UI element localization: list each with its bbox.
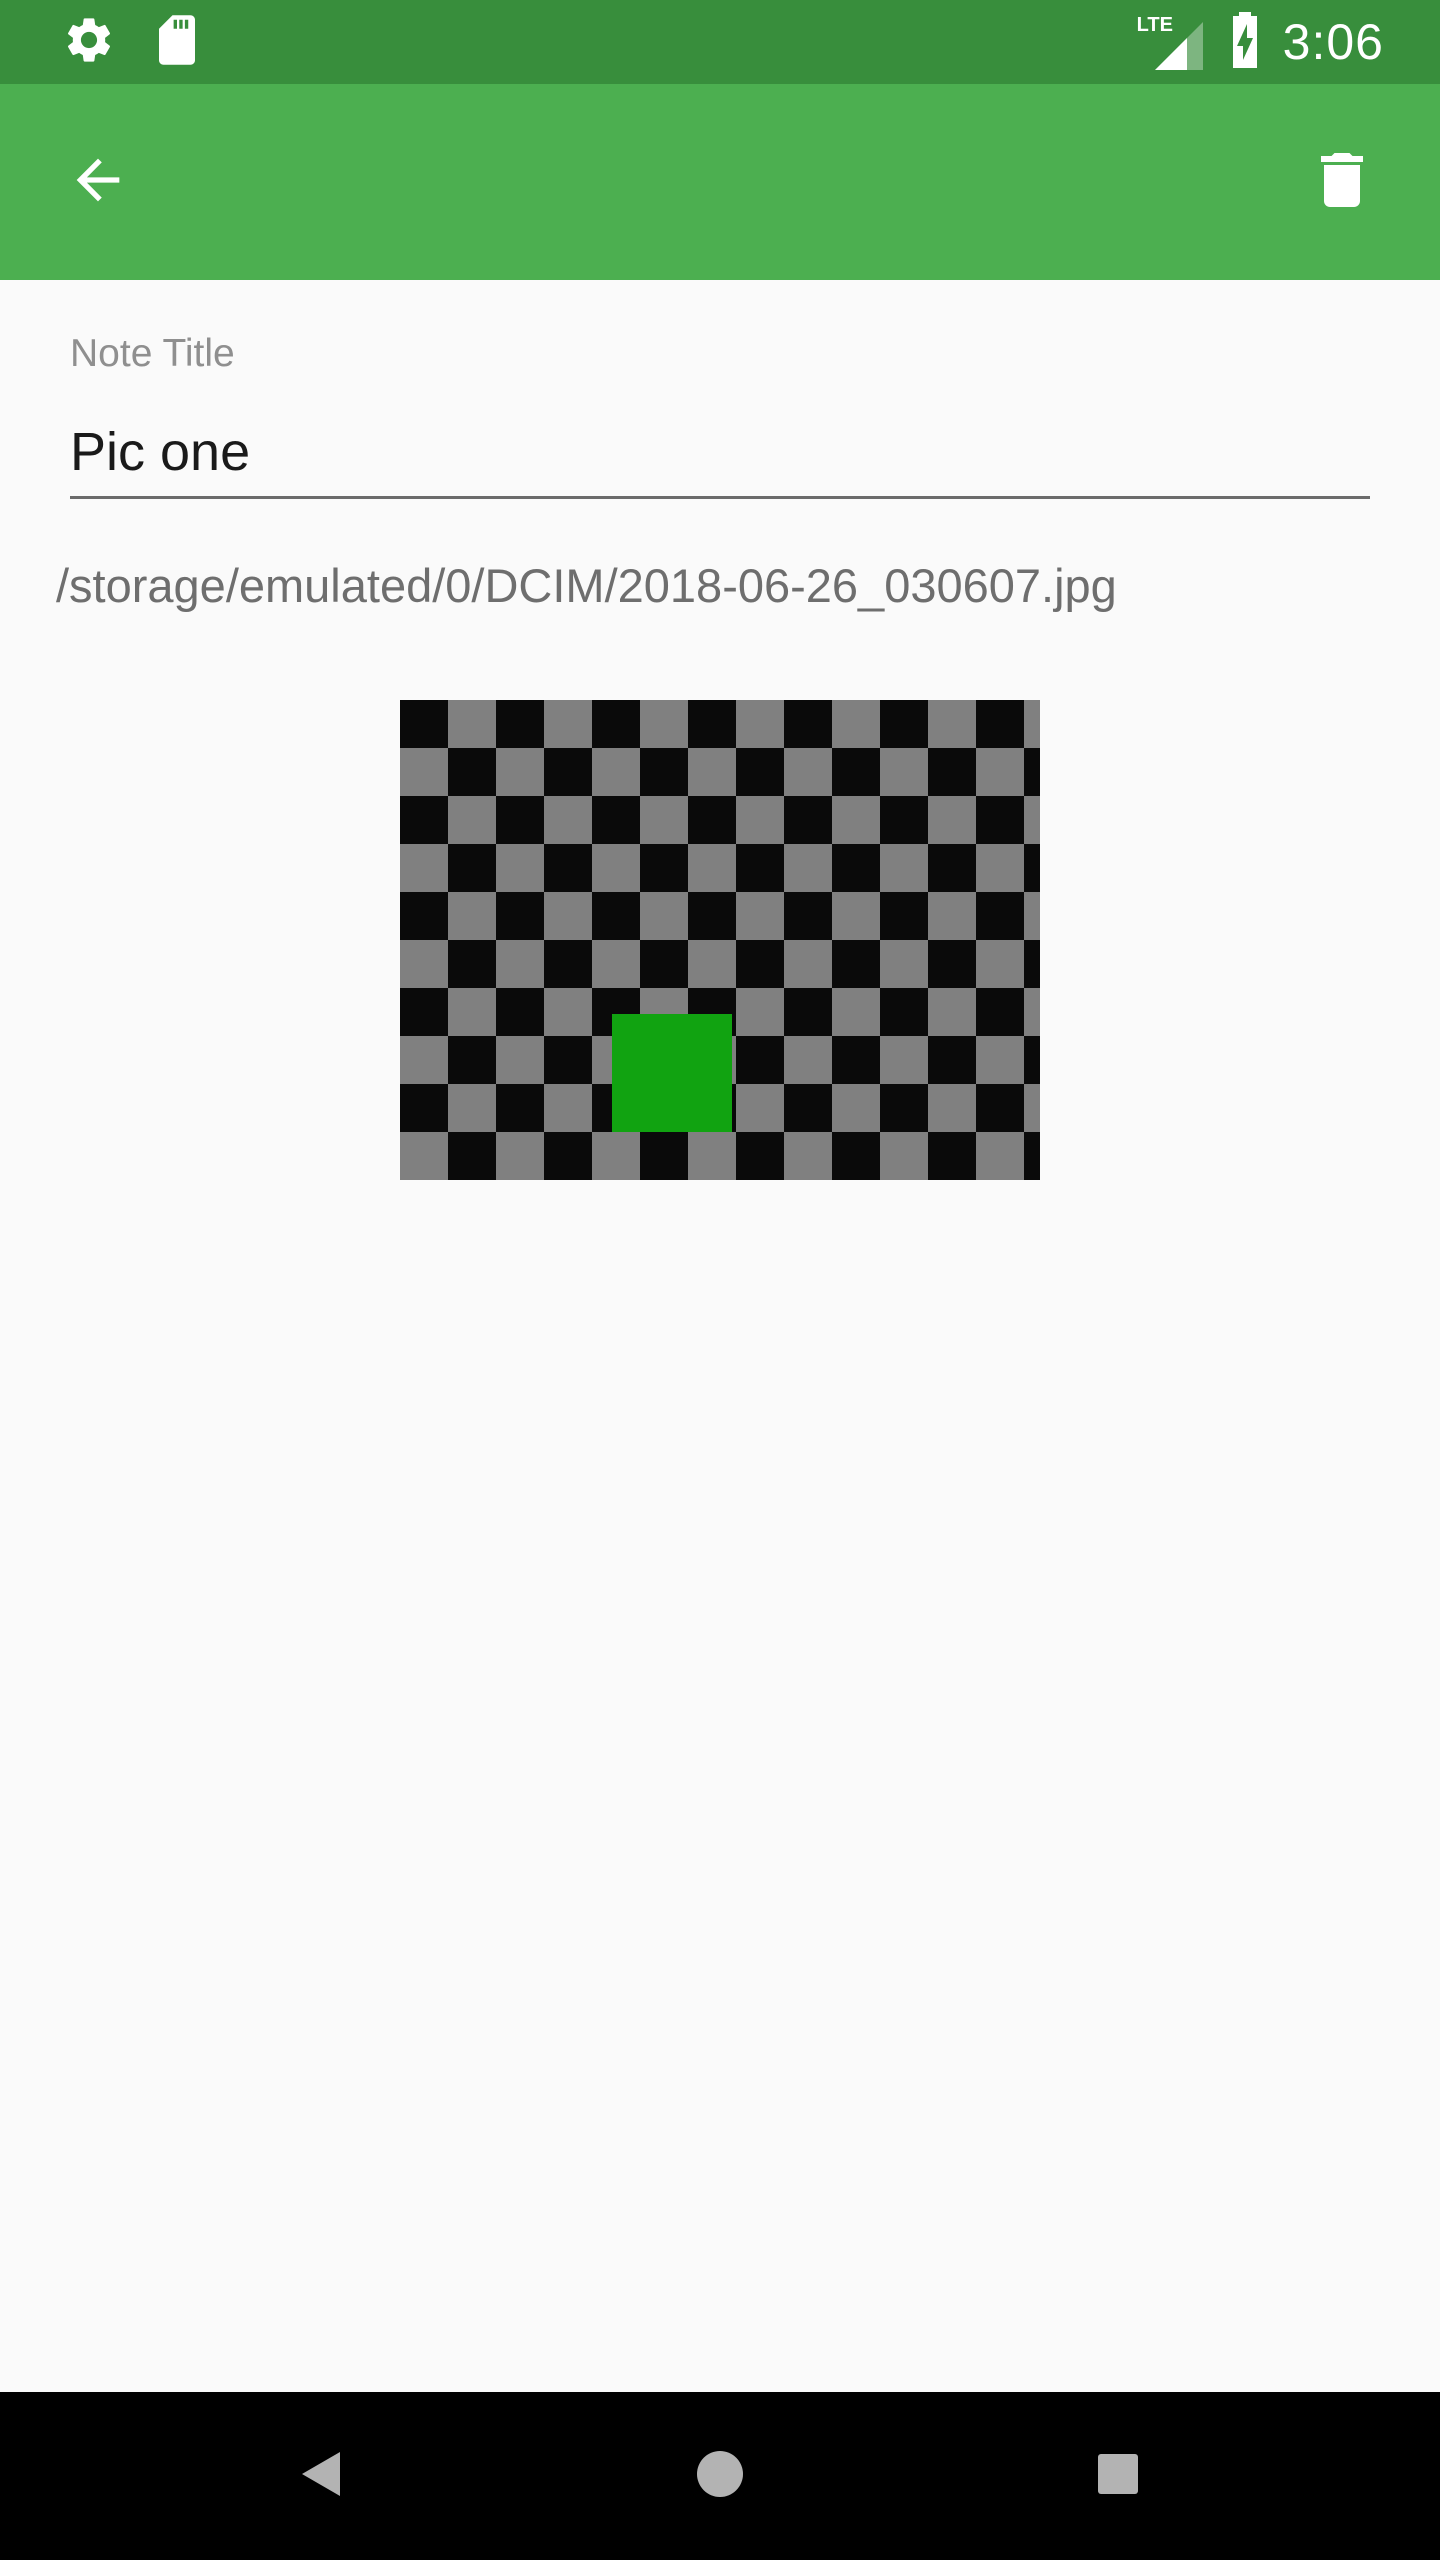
sd-card-icon	[154, 13, 200, 72]
nav-recents-icon	[1094, 2450, 1142, 2503]
note-title-label: Note Title	[70, 332, 235, 375]
nav-back-icon	[296, 2446, 344, 2507]
settings-icon	[62, 13, 116, 72]
status-bar: LTE 3:06	[0, 0, 1440, 84]
status-right-icons: LTE 3:06	[1137, 10, 1384, 74]
back-button[interactable]	[48, 132, 148, 232]
note-title-input[interactable]	[70, 408, 1370, 499]
nav-home-icon	[694, 2448, 746, 2505]
nav-recents-button[interactable]	[1068, 2426, 1168, 2526]
note-edit-screen: LTE 3:06 Note Title Pic one /storage/emu…	[0, 0, 1440, 2560]
nav-home-button[interactable]	[670, 2426, 770, 2526]
navigation-bar	[0, 2392, 1440, 2560]
note-image[interactable]	[400, 700, 1040, 1180]
nav-back-button[interactable]	[270, 2426, 370, 2526]
status-left-icons	[62, 14, 200, 70]
delete-note-button[interactable]	[1292, 132, 1392, 232]
lte-signal-icon: LTE	[1137, 14, 1207, 70]
app-bar	[0, 84, 1440, 280]
status-time: 3:06	[1282, 14, 1384, 70]
image-file-path: /storage/emulated/0/DCIM/2018-06-26_0306…	[56, 559, 1117, 612]
trash-icon	[1306, 144, 1378, 221]
image-green-square	[612, 1014, 732, 1132]
arrow-back-icon	[66, 148, 130, 217]
battery-charging-icon	[1229, 11, 1261, 73]
